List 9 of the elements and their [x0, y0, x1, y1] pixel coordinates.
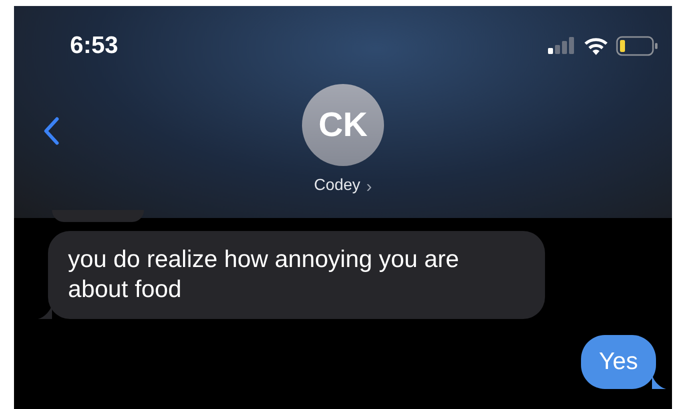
status-time: 6:53	[70, 34, 118, 58]
chevron-icon[interactable]: ›	[366, 178, 372, 194]
bubble-tail	[38, 305, 52, 319]
bubble-tail	[652, 375, 666, 389]
wifi-icon	[584, 37, 608, 55]
contact-name[interactable]: Codey	[314, 174, 360, 198]
signal-icon	[548, 37, 576, 55]
battery-icon	[616, 36, 658, 56]
back-icon[interactable]	[42, 116, 60, 146]
